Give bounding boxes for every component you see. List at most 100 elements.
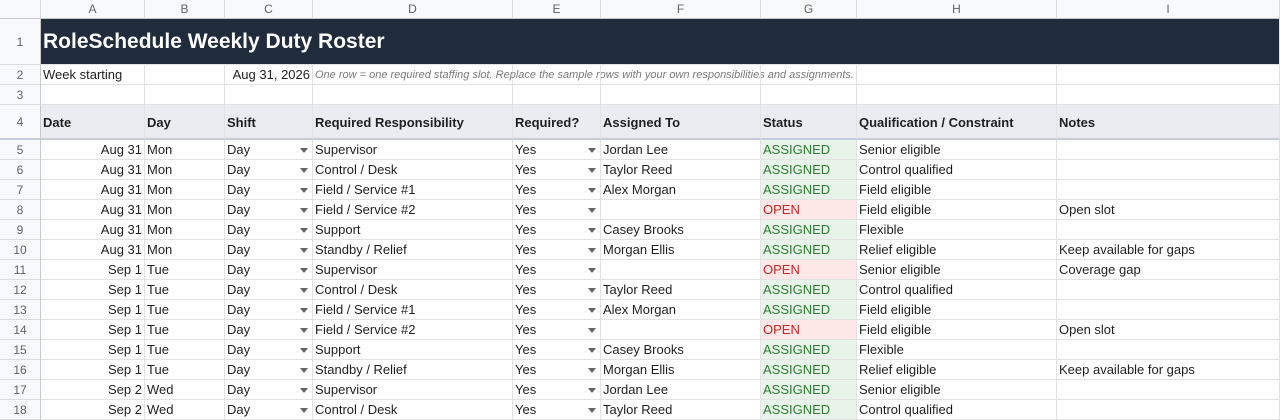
row-header[interactable]: 14 xyxy=(0,320,41,340)
row-header-2[interactable]: 2 xyxy=(0,65,41,85)
header-notes[interactable]: Notes xyxy=(1057,105,1280,140)
required-dropdown[interactable]: Yes xyxy=(513,280,601,300)
responsibility-cell[interactable]: Supervisor xyxy=(313,140,513,160)
column-header-g[interactable]: G xyxy=(761,0,857,19)
row-header-3[interactable]: 3 xyxy=(0,85,41,105)
required-dropdown[interactable]: Yes xyxy=(513,220,601,240)
row-header-4[interactable]: 4 xyxy=(0,105,41,140)
day-cell[interactable]: Mon xyxy=(145,220,225,240)
assigned-to-cell[interactable]: Morgan Ellis xyxy=(601,360,761,380)
notes-cell[interactable] xyxy=(1057,160,1280,180)
responsibility-cell[interactable]: Control / Desk xyxy=(313,160,513,180)
shift-dropdown[interactable]: Day xyxy=(225,380,313,400)
responsibility-cell[interactable]: Support xyxy=(313,220,513,240)
required-dropdown[interactable]: Yes xyxy=(513,200,601,220)
assigned-to-cell[interactable]: Alex Morgan xyxy=(601,180,761,200)
row-header[interactable]: 5 xyxy=(0,140,41,160)
required-dropdown[interactable]: Yes xyxy=(513,320,601,340)
status-cell[interactable]: ASSIGNED xyxy=(761,400,857,420)
status-cell[interactable]: ASSIGNED xyxy=(761,280,857,300)
responsibility-cell[interactable]: Field / Service #2 xyxy=(313,320,513,340)
shift-dropdown[interactable]: Day xyxy=(225,340,313,360)
status-cell[interactable]: ASSIGNED xyxy=(761,300,857,320)
date-cell[interactable]: Aug 31 xyxy=(41,140,145,160)
cell-c3[interactable] xyxy=(225,85,313,105)
notes-cell[interactable]: Coverage gap xyxy=(1057,260,1280,280)
assigned-to-cell[interactable]: Taylor Reed xyxy=(601,160,761,180)
qualification-cell[interactable]: Control qualified xyxy=(857,400,1057,420)
cell-g3[interactable] xyxy=(761,85,857,105)
qualification-cell[interactable]: Senior eligible xyxy=(857,260,1057,280)
status-cell[interactable]: ASSIGNED xyxy=(761,160,857,180)
required-dropdown[interactable]: Yes xyxy=(513,400,601,420)
row-header[interactable]: 11 xyxy=(0,260,41,280)
required-dropdown[interactable]: Yes xyxy=(513,240,601,260)
column-header-c[interactable]: C xyxy=(225,0,313,19)
shift-dropdown[interactable]: Day xyxy=(225,400,313,420)
day-cell[interactable]: Wed xyxy=(145,380,225,400)
required-dropdown[interactable]: Yes xyxy=(513,340,601,360)
instruction-note[interactable]: One row = one required staffing slot. Re… xyxy=(313,65,854,85)
day-cell[interactable]: Mon xyxy=(145,140,225,160)
date-cell[interactable]: Aug 31 xyxy=(41,180,145,200)
column-header-a[interactable]: A xyxy=(41,0,145,19)
cell-e2[interactable] xyxy=(513,65,601,85)
responsibility-cell[interactable]: Control / Desk xyxy=(313,280,513,300)
week-starting-date[interactable]: Aug 31, 2026 xyxy=(225,65,313,85)
required-dropdown[interactable]: Yes xyxy=(513,140,601,160)
row-header[interactable]: 18 xyxy=(0,400,41,420)
day-cell[interactable]: Mon xyxy=(145,180,225,200)
qualification-cell[interactable]: Field eligible xyxy=(857,180,1057,200)
responsibility-cell[interactable]: Field / Service #1 xyxy=(313,180,513,200)
date-cell[interactable]: Aug 31 xyxy=(41,220,145,240)
status-cell[interactable]: OPEN xyxy=(761,260,857,280)
day-cell[interactable]: Mon xyxy=(145,200,225,220)
header-qualification[interactable]: Qualification / Constraint xyxy=(857,105,1057,140)
assigned-to-cell[interactable]: Morgan Ellis xyxy=(601,240,761,260)
row-header[interactable]: 9 xyxy=(0,220,41,240)
status-cell[interactable]: ASSIGNED xyxy=(761,180,857,200)
row-header[interactable]: 13 xyxy=(0,300,41,320)
date-cell[interactable]: Sep 1 xyxy=(41,260,145,280)
responsibility-cell[interactable]: Supervisor xyxy=(313,380,513,400)
notes-cell[interactable] xyxy=(1057,180,1280,200)
cell-i3[interactable] xyxy=(1057,85,1280,105)
assigned-to-cell[interactable]: Alex Morgan xyxy=(601,300,761,320)
header-day[interactable]: Day xyxy=(145,105,225,140)
status-cell[interactable]: OPEN xyxy=(761,200,857,220)
shift-dropdown[interactable]: Day xyxy=(225,160,313,180)
row-header[interactable]: 12 xyxy=(0,280,41,300)
responsibility-cell[interactable]: Field / Service #2 xyxy=(313,200,513,220)
date-cell[interactable]: Aug 31 xyxy=(41,240,145,260)
assigned-to-cell[interactable]: Jordan Lee xyxy=(601,140,761,160)
qualification-cell[interactable]: Field eligible xyxy=(857,320,1057,340)
notes-cell[interactable] xyxy=(1057,300,1280,320)
status-cell[interactable]: ASSIGNED xyxy=(761,340,857,360)
qualification-cell[interactable]: Control qualified xyxy=(857,160,1057,180)
column-header-e[interactable]: E xyxy=(513,0,601,19)
row-header[interactable]: 15 xyxy=(0,340,41,360)
status-cell[interactable]: ASSIGNED xyxy=(761,240,857,260)
shift-dropdown[interactable]: Day xyxy=(225,220,313,240)
row-header[interactable]: 7 xyxy=(0,180,41,200)
assigned-to-cell[interactable] xyxy=(601,260,761,280)
assigned-to-cell[interactable] xyxy=(601,200,761,220)
day-cell[interactable]: Tue xyxy=(145,280,225,300)
required-dropdown[interactable]: Yes xyxy=(513,380,601,400)
shift-dropdown[interactable]: Day xyxy=(225,180,313,200)
row-header-1[interactable]: 1 xyxy=(0,19,41,65)
qualification-cell[interactable]: Field eligible xyxy=(857,200,1057,220)
row-header[interactable]: 6 xyxy=(0,160,41,180)
header-required-responsibility[interactable]: Required Responsibility xyxy=(313,105,513,140)
date-cell[interactable]: Sep 1 xyxy=(41,280,145,300)
required-dropdown[interactable]: Yes xyxy=(513,360,601,380)
date-cell[interactable]: Sep 1 xyxy=(41,300,145,320)
date-cell[interactable]: Sep 1 xyxy=(41,360,145,380)
shift-dropdown[interactable]: Day xyxy=(225,240,313,260)
column-header-d[interactable]: D xyxy=(313,0,513,19)
header-date[interactable]: Date xyxy=(41,105,145,140)
status-cell[interactable]: ASSIGNED xyxy=(761,140,857,160)
notes-cell[interactable] xyxy=(1057,280,1280,300)
shift-dropdown[interactable]: Day xyxy=(225,260,313,280)
row-header[interactable]: 8 xyxy=(0,200,41,220)
